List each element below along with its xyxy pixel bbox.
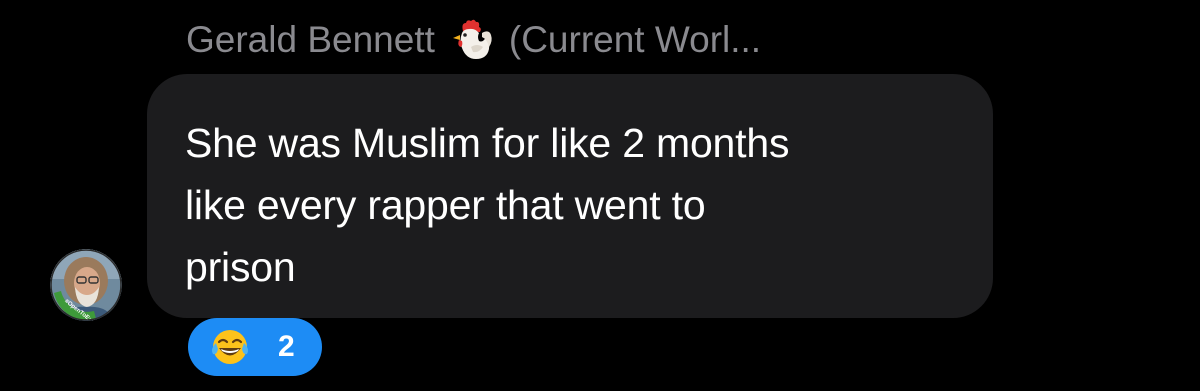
sender-status: (Current Worl... bbox=[508, 19, 762, 60]
user-avatar-icon: #OpenToExec bbox=[50, 249, 122, 321]
message-text: She was Muslim for like 2 months like ev… bbox=[185, 112, 953, 298]
message-bubble[interactable]: She was Muslim for like 2 months like ev… bbox=[147, 74, 993, 318]
rooster-emoji-icon bbox=[449, 17, 495, 63]
avatar[interactable]: #OpenToExec bbox=[50, 249, 122, 321]
reaction-pill[interactable]: 2 bbox=[188, 318, 322, 376]
message-line-2: like every rapper that went to bbox=[185, 182, 706, 228]
message-line-3: prison bbox=[185, 244, 296, 290]
sender-name[interactable]: Gerald Bennett bbox=[186, 19, 435, 61]
message-line-1: She was Muslim for like 2 months bbox=[185, 120, 790, 166]
reaction-count: 2 bbox=[278, 330, 295, 363]
tears-of-joy-emoji-icon bbox=[210, 327, 250, 367]
message-sender-header[interactable]: Gerald Bennett (Current Worl... bbox=[186, 12, 761, 68]
